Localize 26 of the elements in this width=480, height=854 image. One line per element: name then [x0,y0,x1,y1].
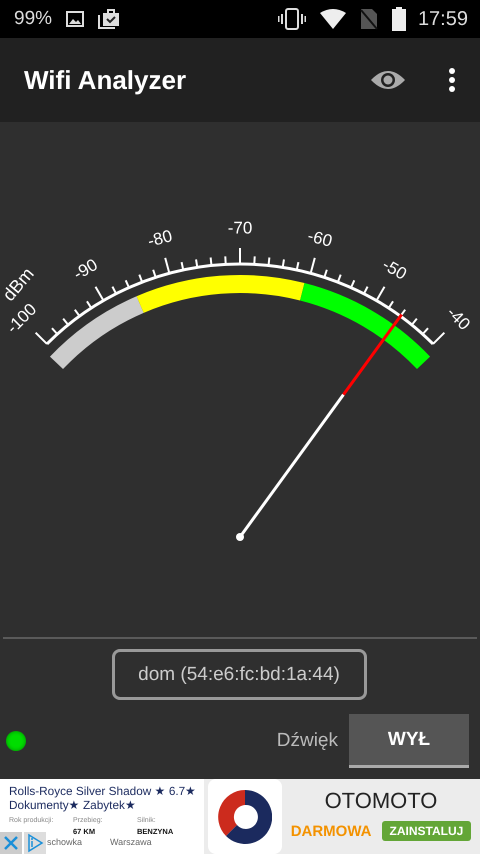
battery-percent: 99% [14,8,52,30]
ad-price: DARMOWA [290,822,372,840]
sound-label: Dźwięk [276,730,338,752]
vibrate-icon [278,8,306,30]
scale-label: -90 [70,255,101,284]
app-logo-icon [208,779,282,854]
ad-brand: OTOMOTO [324,788,438,814]
wifi-icon [320,9,346,29]
image-icon [66,11,84,27]
ad-footer-text: schowka [47,837,82,847]
battery-icon [392,7,406,31]
scale-label: -100 [2,300,40,338]
clipboard-check-icon [98,9,120,29]
scale-label: -40 [443,303,474,334]
no-sim-icon [360,8,378,30]
scale-label: -70 [228,218,252,238]
info-icon[interactable] [24,832,46,854]
ad-headline[interactable]: Rolls-Royce Silver Shadow ★ 6.7★ Dokumenty★ Zabytek★ [9,784,204,812]
ad-footer-text: Warszawa [110,837,152,847]
app-title: Wifi Analyzer [24,64,186,96]
clock: 17:59 [418,8,468,30]
sound-toggle[interactable]: WYŁ [349,714,469,768]
scale-label: -50 [379,255,410,284]
scale-label: -60 [306,226,334,251]
scale-label: -80 [146,226,174,251]
network-button[interactable]: dom (54:e6:fc:bd:1a:44) [112,649,366,700]
